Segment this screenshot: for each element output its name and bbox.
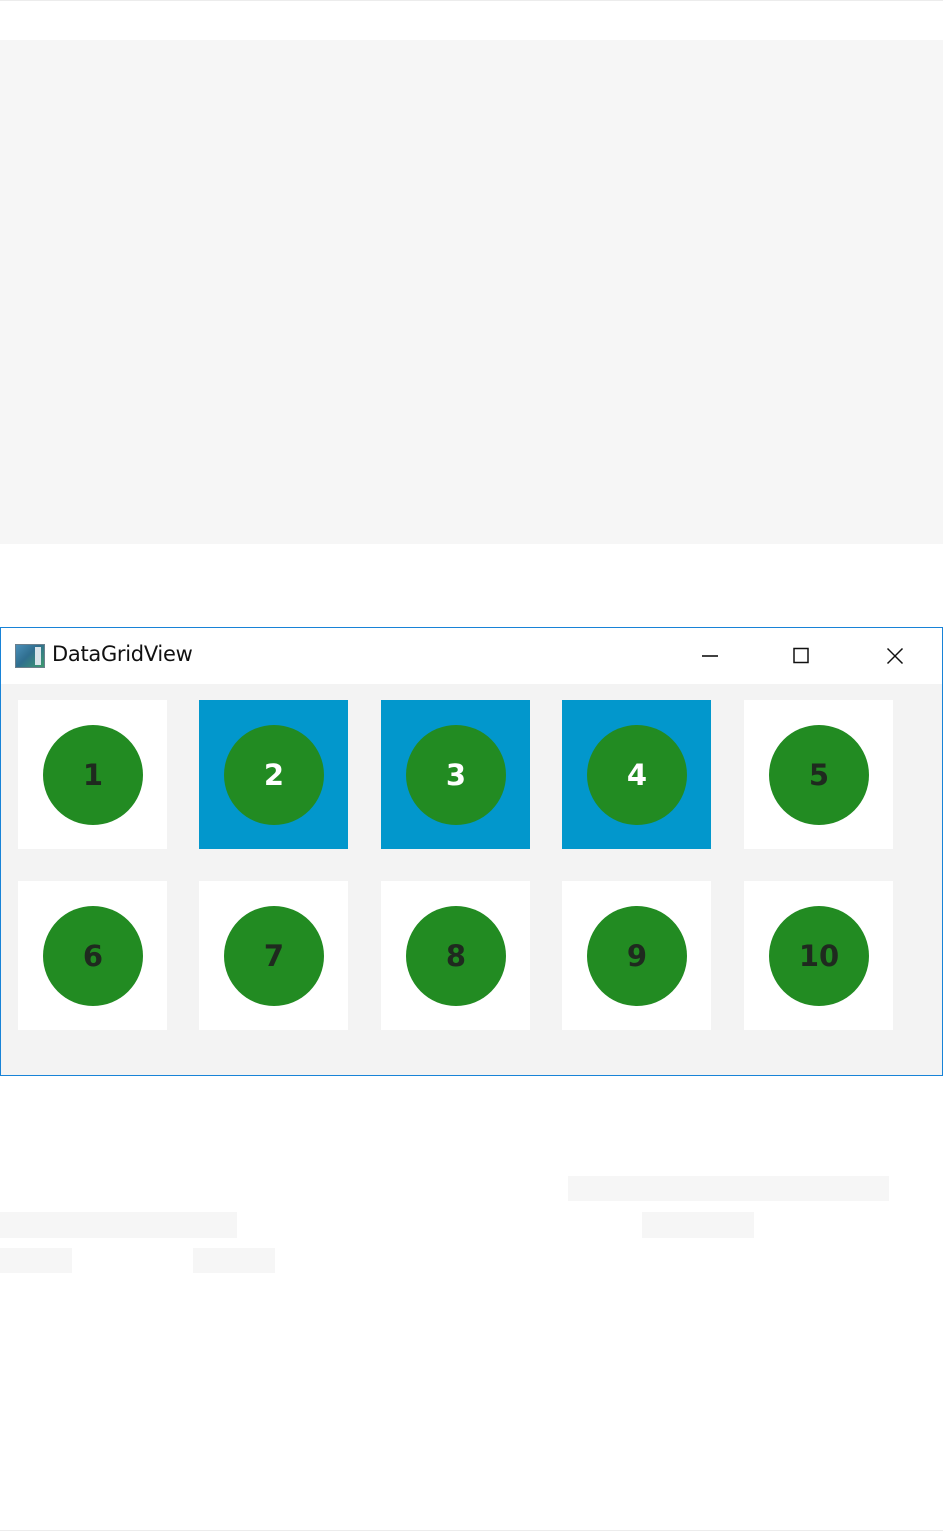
close-icon bbox=[886, 647, 904, 665]
minimize-icon bbox=[702, 655, 718, 657]
maximize-icon bbox=[793, 647, 809, 664]
item-circle: 5 bbox=[769, 725, 869, 825]
item-circle: 7 bbox=[224, 906, 324, 1006]
title-bar[interactable]: DataGridView bbox=[1, 628, 942, 684]
item-circle: 1 bbox=[43, 725, 143, 825]
item-circle: 6 bbox=[43, 906, 143, 1006]
grid-tile[interactable]: 10 bbox=[744, 881, 893, 1030]
grid-tile[interactable]: 9 bbox=[562, 881, 711, 1030]
placeholder-panel bbox=[0, 40, 943, 544]
page-bottom-divider bbox=[0, 1530, 943, 1531]
grid-tile[interactable]: 6 bbox=[18, 881, 167, 1030]
item-circle: 2 bbox=[224, 725, 324, 825]
placeholder-bar bbox=[568, 1176, 889, 1201]
close-button[interactable] bbox=[849, 628, 941, 684]
app-icon bbox=[15, 644, 45, 668]
placeholder-bar bbox=[642, 1212, 754, 1238]
item-circle: 3 bbox=[406, 725, 506, 825]
item-circle: 4 bbox=[587, 725, 687, 825]
item-circle: 8 bbox=[406, 906, 506, 1006]
page-top-divider bbox=[0, 0, 943, 1]
grid-tile[interactable]: 8 bbox=[381, 881, 530, 1030]
grid-tile[interactable]: 7 bbox=[199, 881, 348, 1030]
grid-tile[interactable]: 2 bbox=[199, 700, 348, 849]
maximize-button[interactable] bbox=[755, 628, 847, 684]
item-circle: 10 bbox=[769, 906, 869, 1006]
placeholder-bar bbox=[0, 1248, 72, 1273]
item-circle: 9 bbox=[587, 906, 687, 1006]
datagridview-window: DataGridView 1 2 3 4 5 6 7 8 9 10 bbox=[0, 627, 943, 1076]
minimize-button[interactable] bbox=[664, 628, 756, 684]
window-title: DataGridView bbox=[52, 642, 193, 666]
grid-tile[interactable]: 1 bbox=[18, 700, 167, 849]
placeholder-bar bbox=[0, 1212, 237, 1238]
grid-tile[interactable]: 5 bbox=[744, 700, 893, 849]
grid-tile[interactable]: 4 bbox=[562, 700, 711, 849]
grid-tile[interactable]: 3 bbox=[381, 700, 530, 849]
placeholder-bar bbox=[193, 1248, 275, 1273]
